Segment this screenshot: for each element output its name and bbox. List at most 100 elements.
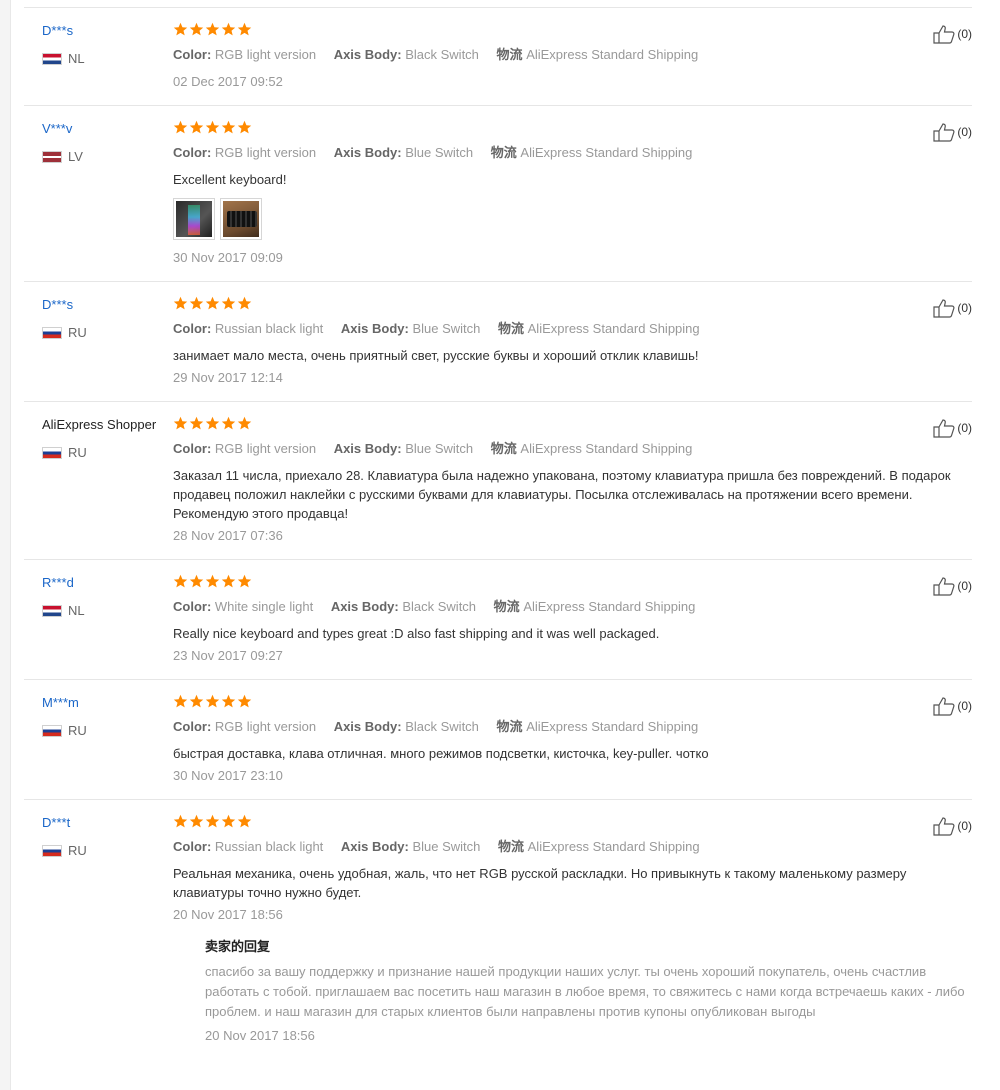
shipping-value: AliExpress Standard Shipping [527, 839, 700, 854]
star-rating [173, 22, 973, 40]
flag-nl-icon [42, 604, 62, 617]
axis-body-value: Black Switch [402, 599, 477, 614]
review-date: 23 Nov 2017 09:27 [173, 648, 283, 663]
helpful-button[interactable]: (0) [933, 816, 972, 836]
axis-body-label: Axis Body: [340, 839, 409, 854]
thumbs-up-icon [933, 577, 955, 596]
buyer-country: LV [42, 149, 177, 164]
flag-lv-icon [42, 150, 62, 163]
review-photo-thumbnail[interactable] [220, 198, 262, 240]
star-icon [221, 120, 236, 134]
star-icon [221, 574, 236, 588]
helpful-button[interactable]: (0) [933, 418, 972, 438]
review-date: 29 Nov 2017 12:14 [173, 370, 283, 385]
review-content: Color: RGB light version Axis Body: Blue… [173, 120, 973, 267]
axis-body-label: Axis Body: [333, 47, 402, 62]
shipping-label: 物流 [498, 321, 525, 336]
color-label: Color: [173, 839, 212, 854]
buyer-name-link[interactable]: V***v [42, 120, 177, 138]
helpful-button[interactable]: (0) [933, 122, 972, 142]
shipping-value: AliExpress Standard Shipping [523, 599, 696, 614]
star-icon [189, 416, 204, 430]
country-code: RU [68, 843, 87, 858]
helpful-count: (0) [957, 819, 972, 833]
shipping-label: 物流 [496, 719, 523, 734]
axis-body-label: Axis Body: [330, 599, 399, 614]
star-icon [237, 416, 252, 430]
color-label: Color: [173, 145, 212, 160]
star-icon [237, 694, 252, 708]
buyer-name-link[interactable]: M***m [42, 694, 177, 712]
color-label: Color: [173, 47, 212, 62]
review-content: Color: RGB light version Axis Body: Blac… [173, 694, 973, 785]
color-value: Russian black light [214, 839, 324, 854]
review-attributes: Color: RGB light version Axis Body: Blue… [173, 144, 973, 162]
country-code: NL [68, 603, 85, 618]
review-attributes: Color: Russian black light Axis Body: Bl… [173, 320, 973, 338]
seller-reply-title: 卖家的回复 [205, 939, 271, 954]
buyer-info: V***v LV [42, 120, 177, 164]
review-attributes: Color: RGB light version Axis Body: Blac… [173, 718, 973, 736]
helpful-count: (0) [957, 27, 972, 41]
axis-body-label: Axis Body: [340, 321, 409, 336]
buyer-name-link[interactable]: R***d [42, 574, 177, 592]
star-icon [221, 22, 236, 36]
review-content: Color: RGB light version Axis Body: Blac… [173, 22, 973, 91]
country-code: LV [68, 149, 83, 164]
star-icon [237, 814, 252, 828]
axis-body-value: Blue Switch [405, 441, 474, 456]
color-value: RGB light version [214, 47, 317, 62]
star-icon [189, 296, 204, 310]
shipping-value: AliExpress Standard Shipping [520, 441, 693, 456]
left-gutter [0, 0, 11, 1090]
buyer-name-link[interactable]: D***t [42, 814, 177, 832]
star-icon [237, 120, 252, 134]
buyer-name-link[interactable]: D***s [42, 296, 177, 314]
color-value: Russian black light [214, 321, 324, 336]
buyer-info: D***s NL [42, 22, 177, 66]
flag-ru-icon [42, 446, 62, 459]
shipping-value: AliExpress Standard Shipping [526, 719, 699, 734]
review-photo-thumbnail[interactable] [173, 198, 215, 240]
review-attributes: Color: RGB light version Axis Body: Blac… [173, 46, 973, 64]
star-icon [189, 694, 204, 708]
buyer-country: RU [42, 325, 177, 340]
star-icon [205, 694, 220, 708]
star-icon [205, 814, 220, 828]
color-value: RGB light version [214, 719, 317, 734]
shipping-value: AliExpress Standard Shipping [527, 321, 700, 336]
star-icon [189, 120, 204, 134]
helpful-button[interactable]: (0) [933, 576, 972, 596]
thumbs-up-icon [933, 25, 955, 44]
star-rating [173, 694, 973, 712]
thumbs-up-icon [933, 299, 955, 318]
helpful-button[interactable]: (0) [933, 298, 972, 318]
seller-reply-text: спасибо за вашу поддержку и признание на… [205, 964, 965, 1019]
helpful-count: (0) [957, 301, 972, 315]
feedback-list: D***s NL Color: RGB light version Axis B… [24, 7, 972, 1057]
axis-body-label: Axis Body: [333, 145, 402, 160]
review-item: R***d NL Color: White single light Axis … [24, 560, 972, 680]
review-item: D***t RU Color: Russian black light Axis… [24, 800, 972, 1057]
buyer-name-link[interactable]: AliExpress Shopper [42, 416, 177, 434]
axis-body-value: Black Switch [405, 719, 479, 734]
buyer-country: RU [42, 843, 177, 858]
buyer-country: NL [42, 603, 177, 618]
country-code: RU [68, 723, 87, 738]
buyer-info: AliExpress Shopper RU [42, 416, 177, 460]
review-content: Color: RGB light version Axis Body: Blue… [173, 416, 973, 545]
helpful-count: (0) [957, 421, 972, 435]
star-icon [205, 296, 220, 310]
color-label: Color: [173, 719, 212, 734]
star-rating [173, 814, 973, 832]
star-icon [205, 120, 220, 134]
buyer-country: RU [42, 445, 177, 460]
review-date: 02 Dec 2017 09:52 [173, 74, 283, 89]
helpful-count: (0) [957, 699, 972, 713]
review-item: D***s RU Color: Russian black light Axis… [24, 282, 972, 402]
buyer-country: RU [42, 723, 177, 738]
buyer-name-link[interactable]: D***s [42, 22, 177, 40]
helpful-button[interactable]: (0) [933, 696, 972, 716]
helpful-button[interactable]: (0) [933, 24, 972, 44]
flag-nl-icon [42, 52, 62, 65]
